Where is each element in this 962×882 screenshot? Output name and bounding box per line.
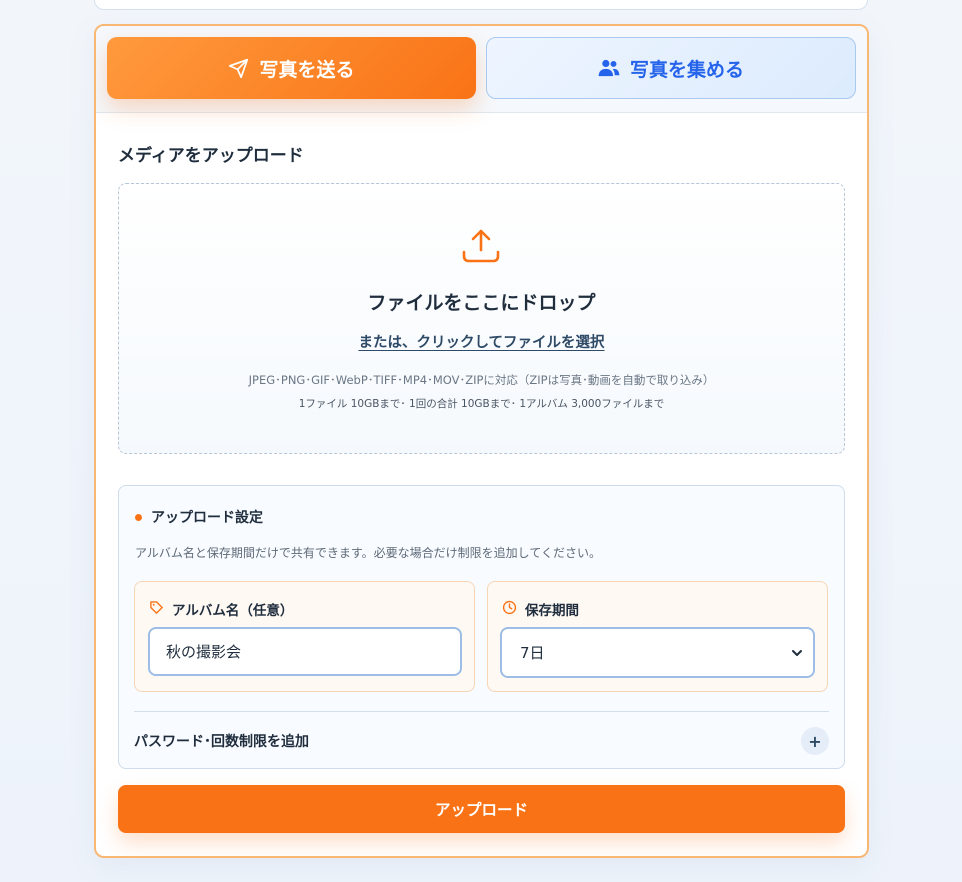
file-dropzone[interactable]: ファイルをここにドロップ または、クリックしてファイルを選択 JPEG･PNG･… (118, 183, 845, 454)
settings-header: アップロード設定 (135, 507, 263, 527)
page: 写真を送る 写真を集める メディアをアップロード ファイルをここにドロップ また… (0, 0, 962, 882)
mode-tabs: 写真を送る 写真を集める (96, 26, 867, 113)
upload-settings-panel: アップロード設定 アルバム名と保存期間だけで共有できます。必要な場合だけ制限を追… (118, 485, 845, 769)
divider (134, 711, 829, 712)
settings-description: アルバム名と保存期間だけで共有できます。必要な場合だけ制限を追加してください。 (135, 546, 601, 560)
clock-icon (502, 600, 517, 619)
album-name-label-row: アルバム名（任意） (149, 599, 293, 619)
paper-plane-icon (228, 58, 249, 79)
retention-selected-value: 7日 (520, 644, 545, 662)
select-files-link-row: または、クリックしてファイルを選択 (119, 331, 844, 352)
tab-collect-label: 写真を集める (629, 58, 744, 81)
select-files-link[interactable]: または、クリックしてファイルを選択 (358, 335, 604, 351)
status-dot-icon (135, 513, 142, 521)
retention-label: 保存期間 (525, 603, 579, 619)
chevron-down-icon (791, 645, 803, 663)
tab-send-label: 写真を送る (259, 58, 355, 81)
tab-collect-photos[interactable]: 写真を集める (486, 37, 856, 99)
previous-card (94, 0, 868, 10)
retention-field: 保存期間 7日 (487, 581, 828, 692)
plus-icon[interactable]: + (801, 727, 829, 755)
upload-button[interactable]: アップロード (118, 785, 845, 833)
album-name-input[interactable] (148, 627, 462, 676)
upload-card: 写真を送る 写真を集める メディアをアップロード ファイルをここにドロップ また… (94, 24, 869, 858)
password-limit-label: パスワード･回数制限を追加 (134, 734, 309, 750)
password-limit-toggle[interactable]: パスワード･回数制限を追加 + (134, 726, 829, 756)
tab-send-photos[interactable]: 写真を送る (107, 37, 476, 99)
settings-title: アップロード設定 (151, 510, 263, 526)
size-limits-note: 1ファイル 10GBまで･ 1回の合計 10GBまで･ 1アルバム 3,000フ… (298, 398, 665, 410)
tag-icon (149, 600, 164, 619)
drop-title: ファイルをここにドロップ (367, 292, 596, 314)
supported-formats-note: JPEG･PNG･GIF･WebP･TIFF･MP4･MOV･ZIPに対応（ZI… (248, 373, 715, 387)
media-upload-title: メディアをアップロード (118, 146, 304, 166)
retention-label-row: 保存期間 (502, 599, 579, 619)
retention-select[interactable]: 7日 (500, 627, 815, 678)
upload-icon (461, 226, 501, 270)
users-icon (598, 59, 620, 77)
album-name-label: アルバム名（任意） (172, 603, 294, 619)
album-name-field: アルバム名（任意） (134, 581, 475, 692)
